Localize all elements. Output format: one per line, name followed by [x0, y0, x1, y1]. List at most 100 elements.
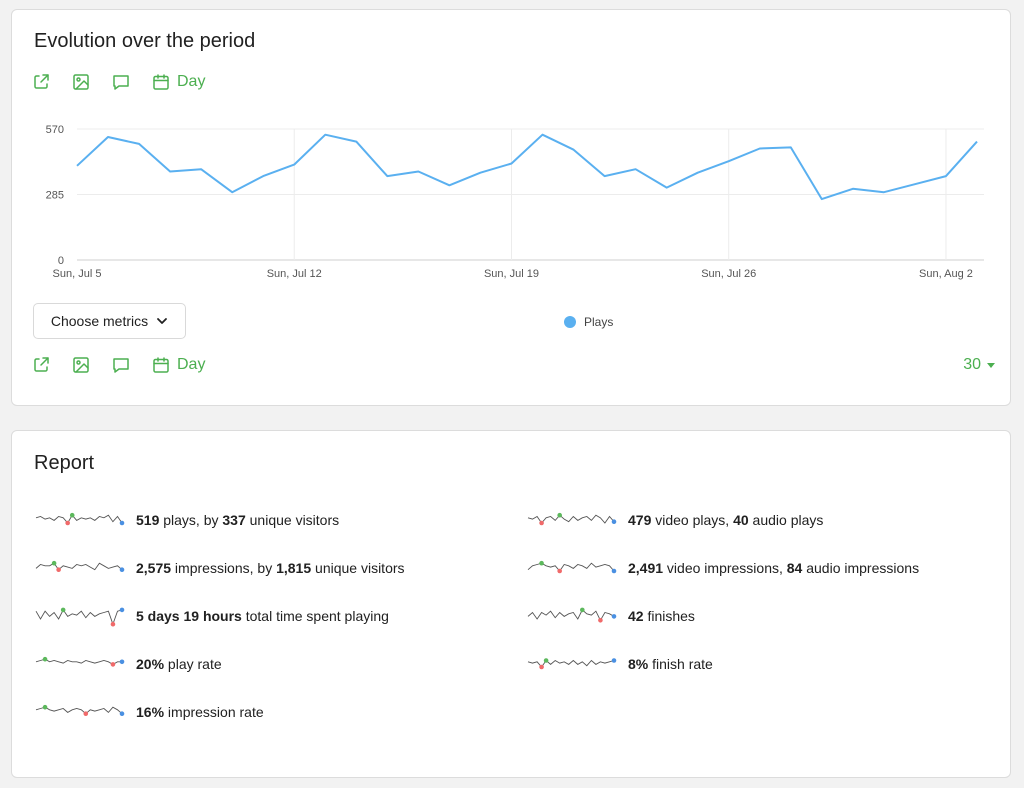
report-value: 2,575	[136, 560, 172, 576]
report-item-text: 2,575 impressions, by 1,815 unique visit…	[136, 560, 405, 576]
report-item: 2,575 impressions, by 1,815 unique visit…	[34, 556, 405, 580]
report-label: audio plays	[748, 512, 824, 528]
sparkline-last-dot	[611, 658, 617, 663]
report-label: total time spent playing	[241, 608, 389, 624]
legend-dot	[564, 316, 576, 328]
sparkline-max-dot	[60, 607, 66, 613]
sparkline-max-dot	[69, 512, 75, 518]
sparkline-min-dot	[56, 567, 61, 572]
report-value: 1,815	[276, 560, 312, 576]
report-label: audio impressions	[802, 560, 920, 576]
data-point	[912, 182, 917, 187]
period-day-button[interactable]: Day	[152, 73, 205, 91]
report-item-text: 5 days 19 hours total time spent playing	[136, 608, 389, 624]
sparkline-min-dot	[83, 711, 89, 716]
data-point	[354, 139, 359, 144]
report-label: video plays,	[651, 512, 734, 528]
sparkline	[35, 512, 125, 526]
sparkline	[527, 658, 617, 670]
report-item: 479 video plays, 40 audio plays	[526, 508, 823, 532]
evolution-toolbar-bottom: Day	[32, 353, 205, 377]
calendar-icon	[152, 356, 170, 374]
sparkline	[35, 607, 125, 627]
sparkline	[527, 560, 617, 574]
legend-item-plays[interactable]: Plays	[564, 315, 613, 329]
data-point	[168, 169, 173, 174]
data-point	[850, 186, 855, 191]
sparkline-last-dot	[611, 519, 617, 524]
report-item: 16% impression rate	[34, 700, 264, 724]
y-tick-label: 285	[46, 190, 64, 202]
data-point	[261, 174, 266, 179]
sparkline-last-dot	[119, 520, 125, 526]
report-item: 2,491 video impressions, 84 audio impres…	[526, 556, 919, 580]
sparkline-last-dot	[119, 711, 125, 716]
image-icon[interactable]	[72, 356, 90, 374]
report-item: 20% play rate	[34, 652, 222, 676]
report-item-text: 479 video plays, 40 audio plays	[628, 512, 823, 528]
choose-metrics-label: Choose metrics	[50, 313, 149, 329]
report-value: 20%	[136, 656, 165, 672]
report-item: 519 plays, by 337 unique visitors	[34, 508, 339, 532]
data-point	[447, 183, 452, 188]
report-label: plays, by	[159, 512, 223, 528]
sparkline	[527, 512, 617, 526]
sparkline-max-dot	[539, 560, 544, 566]
y-tick-label: 570	[46, 124, 64, 136]
chevron-down-icon	[157, 318, 168, 324]
data-point	[943, 174, 948, 179]
data-point	[881, 190, 886, 195]
row-limit-select[interactable]: 30	[963, 356, 995, 374]
sparkline-max-dot	[580, 607, 585, 613]
legend-label: Plays	[584, 315, 614, 329]
sparkline-max-dot	[543, 658, 549, 663]
report-value: 16%	[136, 704, 165, 720]
comment-icon[interactable]	[112, 73, 130, 91]
comment-icon[interactable]	[112, 356, 130, 374]
report-value: 40	[733, 512, 749, 528]
report-item: 5 days 19 hours total time spent playing	[34, 604, 389, 628]
report-item: 42 finishes	[526, 604, 695, 628]
sparkline-max-dot	[42, 704, 48, 710]
report-label: finishes	[643, 608, 695, 624]
data-point	[540, 132, 545, 137]
data-point	[323, 132, 328, 137]
export-icon[interactable]	[32, 356, 50, 374]
period-day-label: Day	[177, 73, 206, 90]
x-tick-label: Sun, Jul 12	[267, 268, 322, 280]
report-item-text: 16% impression rate	[136, 704, 264, 720]
report-label: play rate	[164, 656, 222, 672]
period-day-label: Day	[177, 356, 206, 373]
data-point	[385, 174, 390, 179]
sparkline-last-dot	[119, 659, 125, 665]
report-item-text: 8% finish rate	[628, 656, 713, 672]
sparkline-min-dot	[65, 520, 70, 526]
sparkline	[527, 607, 617, 623]
report-value: 479	[628, 512, 652, 528]
period-day-button[interactable]: Day	[152, 356, 205, 374]
sparkline-min-dot	[539, 664, 544, 670]
report-value: 84	[786, 560, 803, 576]
sparkline-path	[35, 514, 123, 524]
sparkline-min-dot	[110, 662, 116, 667]
series-line-plays	[76, 133, 978, 201]
evolution-line-chart: 0 285 570 Sun, Jul 5 Sun, Jul 12 Sun, Jul 19 S…	[46, 124, 984, 280]
report-item-text: 42 finishes	[628, 608, 695, 624]
choose-metrics-button[interactable]: Choose metrics	[33, 303, 186, 339]
data-point	[819, 197, 824, 202]
data-point	[602, 174, 607, 179]
report-value: 2,491	[628, 560, 664, 576]
image-icon[interactable]	[72, 73, 90, 91]
report-label: unique visitors	[245, 512, 340, 528]
report-label: finish rate	[648, 656, 713, 672]
x-tick-label: Sun, Aug 2	[919, 268, 973, 280]
export-icon[interactable]	[32, 73, 50, 91]
report-value: 519	[136, 512, 160, 528]
sparkline-min-dot	[539, 520, 544, 526]
data-point	[975, 139, 980, 144]
sparkline-max-dot	[51, 560, 57, 566]
sparkline-last-dot	[611, 614, 617, 619]
x-tick-label: Sun, Jul 19	[484, 268, 539, 280]
report-title: Report	[34, 452, 95, 474]
report-label: unique visitors	[311, 560, 405, 576]
